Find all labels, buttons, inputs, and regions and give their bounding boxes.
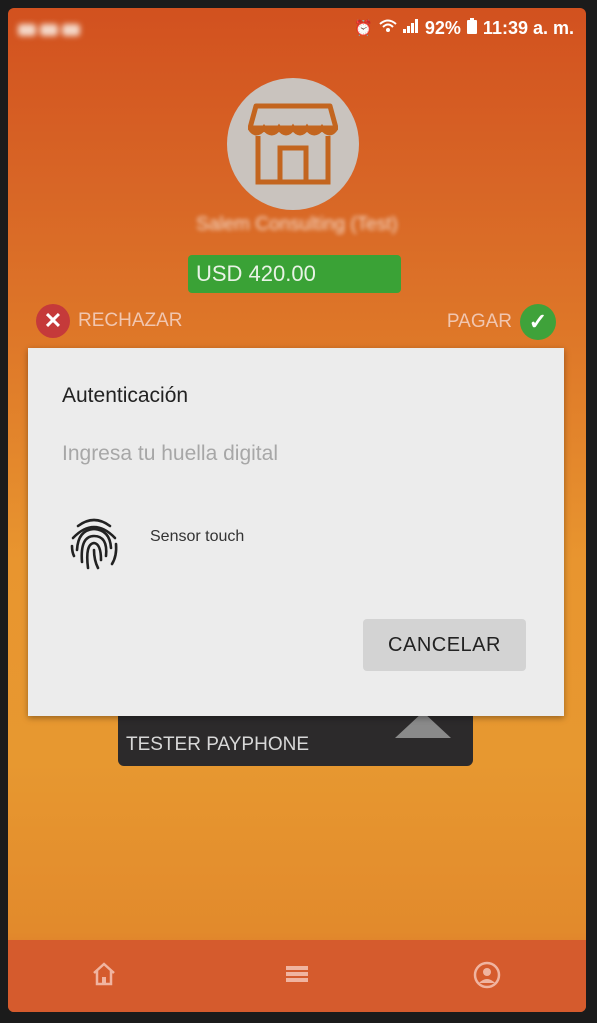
- merchant-avatar: [227, 78, 359, 210]
- pay-label: PAGAR: [446, 311, 512, 332]
- check-icon: ✓: [520, 304, 556, 340]
- bottom-navigation: [8, 940, 586, 1012]
- card-holder-name: TESTER PAYPHONE: [126, 734, 309, 755]
- profile-icon[interactable]: [467, 960, 507, 992]
- clock: 11:39 a. m.: [482, 18, 574, 38]
- battery-icon: [466, 18, 477, 39]
- cancel-button[interactable]: CANCELAR: [363, 619, 526, 671]
- fingerprint-icon: [68, 516, 120, 577]
- merchant-name: Salem Consulting (Test): [196, 214, 398, 235]
- amount-badge: USD 420.00: [188, 255, 401, 293]
- wifi-icon: [379, 19, 397, 38]
- reject-button[interactable]: ✕ RECHAZAR: [36, 304, 183, 338]
- battery-percent: 92%: [424, 18, 461, 38]
- dialog-subtitle: Ingresa tu huella digital: [62, 442, 278, 465]
- close-icon: ✕: [36, 304, 70, 338]
- phone-screen: ⏰ 92% 11:39 a. m. Salem Consulting (Test…: [8, 8, 586, 1012]
- list-icon[interactable]: [277, 960, 317, 992]
- reject-label: RECHAZAR: [78, 310, 183, 331]
- signal-icon: [402, 19, 419, 38]
- sensor-label: Sensor touch: [150, 528, 245, 545]
- pay-button[interactable]: PAGAR ✓: [447, 304, 556, 340]
- alarm-icon: ⏰: [354, 19, 373, 37]
- dialog-title: Autenticación: [62, 384, 189, 407]
- authentication-dialog: Autenticación Ingresa tu huella digital …: [28, 348, 564, 716]
- home-icon[interactable]: [84, 960, 124, 992]
- status-notification-icons: [18, 20, 88, 36]
- status-indicators: ⏰ 92% 11:39 a. m.: [354, 18, 574, 39]
- status-bar: ⏰ 92% 11:39 a. m.: [8, 8, 586, 50]
- store-icon: [248, 103, 338, 185]
